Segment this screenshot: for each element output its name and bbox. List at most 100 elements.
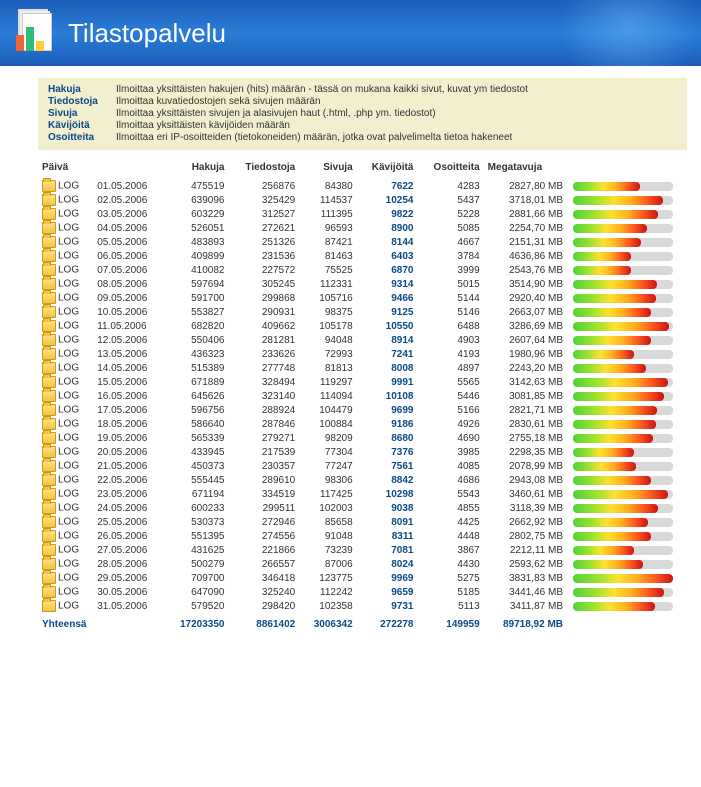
log-link[interactable]: LOG [58, 391, 79, 402]
log-cell[interactable]: LOG [38, 487, 93, 501]
log-link[interactable]: LOG [58, 279, 79, 290]
visits-cell: 8008 [357, 361, 418, 375]
log-link[interactable]: LOG [58, 601, 79, 612]
log-cell[interactable]: LOG [38, 515, 93, 529]
log-cell[interactable]: LOG [38, 599, 93, 613]
log-link[interactable]: LOG [58, 517, 79, 528]
hits-cell: 603229 [164, 207, 228, 221]
bar-track [573, 448, 673, 457]
log-link[interactable]: LOG [58, 237, 79, 248]
log-link[interactable]: LOG [58, 433, 79, 444]
pages-cell: 105178 [299, 319, 356, 333]
date-cell: 21.05.2006 [93, 459, 164, 473]
log-cell[interactable]: LOG [38, 431, 93, 445]
log-cell[interactable]: LOG [38, 277, 93, 291]
log-link[interactable]: LOG [58, 573, 79, 584]
log-cell[interactable]: LOG [38, 445, 93, 459]
log-link[interactable]: LOG [58, 559, 79, 570]
mb-cell: 2254,70 MB [484, 221, 567, 235]
addr-cell: 5446 [417, 389, 483, 403]
log-link[interactable]: LOG [58, 195, 79, 206]
log-link[interactable]: LOG [58, 419, 79, 430]
log-cell[interactable]: LOG [38, 543, 93, 557]
folder-icon [42, 418, 56, 430]
log-cell[interactable]: LOG [38, 459, 93, 473]
log-cell[interactable]: LOG [38, 585, 93, 599]
log-link[interactable]: LOG [58, 251, 79, 262]
log-link[interactable]: LOG [58, 545, 79, 556]
log-cell[interactable]: LOG [38, 389, 93, 403]
log-cell[interactable]: LOG [38, 235, 93, 249]
log-cell[interactable]: LOG [38, 571, 93, 585]
log-link[interactable]: LOG [58, 503, 79, 514]
log-cell[interactable]: LOG [38, 291, 93, 305]
log-cell[interactable]: LOG [38, 305, 93, 319]
log-cell[interactable]: LOG [38, 319, 93, 333]
log-link[interactable]: LOG [58, 209, 79, 220]
log-cell[interactable]: LOG [38, 179, 93, 193]
log-link[interactable]: LOG [58, 447, 79, 458]
log-link[interactable]: LOG [58, 307, 79, 318]
log-link[interactable]: LOG [58, 461, 79, 472]
log-link[interactable]: LOG [58, 489, 79, 500]
log-link[interactable]: LOG [58, 587, 79, 598]
log-cell[interactable]: LOG [38, 347, 93, 361]
files-cell: 227572 [228, 263, 299, 277]
folder-icon [42, 194, 56, 206]
bar-cell [567, 459, 687, 473]
folder-icon [42, 474, 56, 486]
visits-cell: 7081 [357, 543, 418, 557]
date-cell: 16.05.2006 [93, 389, 164, 403]
bar-fill [573, 350, 634, 359]
bar-cell [567, 305, 687, 319]
log-link[interactable]: LOG [58, 321, 79, 332]
addr-cell: 5185 [417, 585, 483, 599]
bar-cell [567, 361, 687, 375]
mb-cell: 2802,75 MB [484, 529, 567, 543]
log-link[interactable]: LOG [58, 475, 79, 486]
log-cell[interactable]: LOG [38, 249, 93, 263]
log-cell[interactable]: LOG [38, 529, 93, 543]
log-cell[interactable]: LOG [38, 375, 93, 389]
log-link[interactable]: LOG [58, 531, 79, 542]
visits-cell: 10108 [357, 389, 418, 403]
bar-cell [567, 445, 687, 459]
log-link[interactable]: LOG [58, 223, 79, 234]
log-cell[interactable]: LOG [38, 193, 93, 207]
log-link[interactable]: LOG [58, 265, 79, 276]
bar-fill [573, 294, 656, 303]
log-link[interactable]: LOG [58, 377, 79, 388]
bar-track [573, 350, 673, 359]
visits-cell: 8311 [357, 529, 418, 543]
log-link[interactable]: LOG [58, 335, 79, 346]
table-row: LOG12.05.2006550406281281940488914490326… [38, 333, 687, 347]
log-link[interactable]: LOG [58, 349, 79, 360]
log-link[interactable]: LOG [58, 181, 79, 192]
totals-addr: 149959 [417, 613, 483, 631]
hits-cell: 500279 [164, 557, 228, 571]
folder-icon [42, 348, 56, 360]
log-cell[interactable]: LOG [38, 557, 93, 571]
log-link[interactable]: LOG [58, 363, 79, 374]
log-cell[interactable]: LOG [38, 361, 93, 375]
mb-cell: 2243,20 MB [484, 361, 567, 375]
table-row: LOG07.05.2006410082227572755256870399925… [38, 263, 687, 277]
table-row: LOG15.05.2006671889328494119297999155653… [38, 375, 687, 389]
log-cell[interactable]: LOG [38, 417, 93, 431]
log-link[interactable]: LOG [58, 405, 79, 416]
log-cell[interactable]: LOG [38, 473, 93, 487]
bar-track [573, 392, 673, 401]
pages-cell: 87421 [299, 235, 356, 249]
bar-fill [573, 266, 631, 275]
log-link[interactable]: LOG [58, 293, 79, 304]
log-cell[interactable]: LOG [38, 501, 93, 515]
hits-cell: 551395 [164, 529, 228, 543]
log-cell[interactable]: LOG [38, 403, 93, 417]
log-cell[interactable]: LOG [38, 333, 93, 347]
log-cell[interactable]: LOG [38, 263, 93, 277]
folder-icon [42, 558, 56, 570]
log-cell[interactable]: LOG [38, 207, 93, 221]
files-cell: 266557 [228, 557, 299, 571]
log-cell[interactable]: LOG [38, 221, 93, 235]
visits-cell: 9314 [357, 277, 418, 291]
